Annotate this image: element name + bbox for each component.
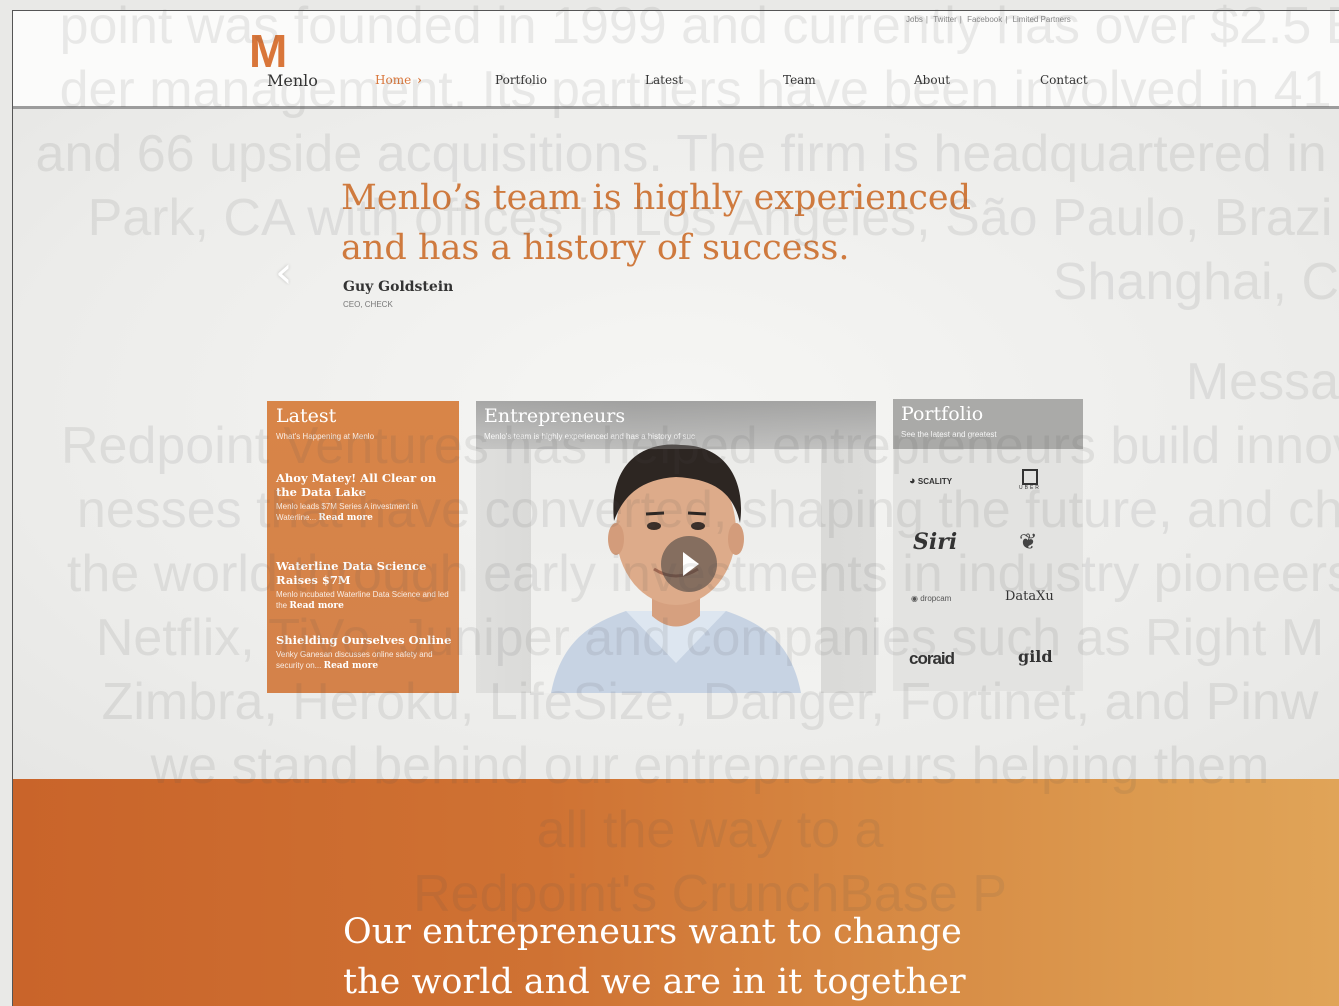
portfolio-logo-dropcam[interactable]: ◉ dropcam bbox=[911, 594, 951, 603]
quote-author: Guy Goldstein bbox=[343, 279, 454, 295]
portfolio-logo-uber[interactable]: UBER bbox=[1019, 469, 1041, 491]
hero-section: ‹ Menlo’s team is highly experienced and… bbox=[13, 109, 1339, 779]
top-link-twitter[interactable]: Twitter bbox=[933, 15, 957, 24]
logo-mark: M bbox=[249, 25, 287, 77]
news-item: Ahoy Matey! All Clear on the Data Lake M… bbox=[276, 471, 452, 524]
nav-item-label: Home bbox=[375, 73, 412, 87]
hero-quote-line-1: Menlo’s team is highly experienced bbox=[341, 178, 972, 218]
news-title[interactable]: Ahoy Matey! All Clear on the Data Lake bbox=[276, 471, 452, 499]
portfolio-logo-siri[interactable]: Siri bbox=[913, 529, 957, 555]
dropcam-mark-icon: ◉ bbox=[911, 594, 918, 603]
read-more-link[interactable]: Read more bbox=[324, 661, 378, 671]
top-link-facebook[interactable]: Facebook bbox=[967, 15, 1002, 24]
latest-panel-subtitle: What's Happening at Menlo bbox=[276, 432, 375, 441]
mission-line-1: Our entrepreneurs want to change bbox=[343, 912, 962, 952]
chevron-right-icon: › bbox=[417, 73, 422, 87]
portfolio-logo-leaf-icon[interactable]: ❦ bbox=[1019, 529, 1037, 555]
portfolio-panel-title[interactable]: Portfolio bbox=[901, 403, 983, 425]
latest-panel: Latest What's Happening at Menlo Ahoy Ma… bbox=[267, 401, 459, 693]
mission-statement: Our entrepreneurs want to change the wor… bbox=[343, 907, 1043, 1006]
entrepreneurs-panel-subtitle: Menlo's team is highly experienced and h… bbox=[484, 432, 695, 441]
news-title[interactable]: Shielding Ourselves Online bbox=[276, 633, 452, 647]
top-links: Jobs | Twitter | Facebook | Limited Partner… bbox=[906, 15, 1071, 24]
news-desc: Venky Ganesan discusses online safety an… bbox=[276, 649, 452, 672]
portfolio-logo-dataxu[interactable]: DataXu bbox=[1005, 589, 1054, 604]
news-item: Shielding Ourselves Online Venky Ganesan… bbox=[276, 633, 452, 672]
entrepreneurs-panel-title[interactable]: Entrepreneurs bbox=[484, 405, 625, 427]
scality-mark-icon: ◕ bbox=[909, 475, 916, 487]
uber-mark-icon bbox=[1021, 469, 1038, 485]
mission-band: Our entrepreneurs want to change the wor… bbox=[13, 779, 1339, 1006]
quote-author-title: CEO, CHECK bbox=[343, 300, 393, 309]
logo-wordmark: Menlo bbox=[267, 71, 318, 90]
browser-frame: Jobs | Twitter | Facebook | Limited Partner… bbox=[12, 10, 1339, 1006]
entrepreneurs-panel: Entrepreneurs Menlo's team is highly exp… bbox=[476, 401, 876, 693]
portfolio-logo-coraid[interactable]: coraid bbox=[909, 649, 955, 669]
top-link-limited-partners[interactable]: Limited Partners bbox=[1013, 15, 1071, 24]
portfolio-logo-label: SCALITY bbox=[917, 477, 953, 486]
news-item: Waterline Data Science Raises $7M Menlo … bbox=[276, 559, 452, 612]
carousel-prev-icon[interactable]: ‹ bbox=[275, 247, 293, 298]
news-desc: Menlo incubated Waterline Data Science a… bbox=[276, 589, 452, 612]
portfolio-logo-scality[interactable]: ◕ SCALITY bbox=[909, 475, 952, 487]
nav-item-portfolio[interactable]: Portfolio bbox=[495, 73, 547, 87]
portfolio-logo-label: dropcam bbox=[920, 594, 952, 603]
latest-panel-title[interactable]: Latest bbox=[276, 405, 336, 427]
read-more-link[interactable]: Read more bbox=[318, 513, 372, 523]
top-link-jobs[interactable]: Jobs bbox=[906, 15, 923, 24]
nav-item-about[interactable]: About bbox=[914, 73, 950, 87]
portfolio-panel-subtitle: See the latest and greatest bbox=[901, 430, 997, 439]
nav-item-home[interactable]: Home › bbox=[375, 73, 422, 87]
site-logo[interactable]: M Menlo bbox=[249, 25, 319, 90]
nav-item-latest[interactable]: Latest bbox=[645, 73, 683, 87]
portfolio-logo-gild[interactable]: gild bbox=[1018, 647, 1053, 666]
site-header: Jobs | Twitter | Facebook | Limited Partner… bbox=[13, 11, 1339, 109]
nav-item-contact[interactable]: Contact bbox=[1040, 73, 1088, 87]
news-title[interactable]: Waterline Data Science Raises $7M bbox=[276, 559, 452, 587]
nav-item-team[interactable]: Team bbox=[783, 73, 816, 87]
hero-quote-line-2: and has a history of success. bbox=[341, 228, 850, 268]
mission-line-2: the world and we are in it together bbox=[343, 962, 966, 1002]
read-more-link[interactable]: Read more bbox=[289, 601, 343, 611]
play-video-icon[interactable] bbox=[661, 536, 717, 592]
hero-quote: Menlo’s team is highly experienced and h… bbox=[341, 173, 1041, 273]
portfolio-panel: Portfolio See the latest and greatest ◕ … bbox=[893, 399, 1083, 691]
news-desc: Menlo leads $7M Series A investment in W… bbox=[276, 501, 452, 524]
portfolio-logo-label: UBER bbox=[1019, 485, 1041, 491]
